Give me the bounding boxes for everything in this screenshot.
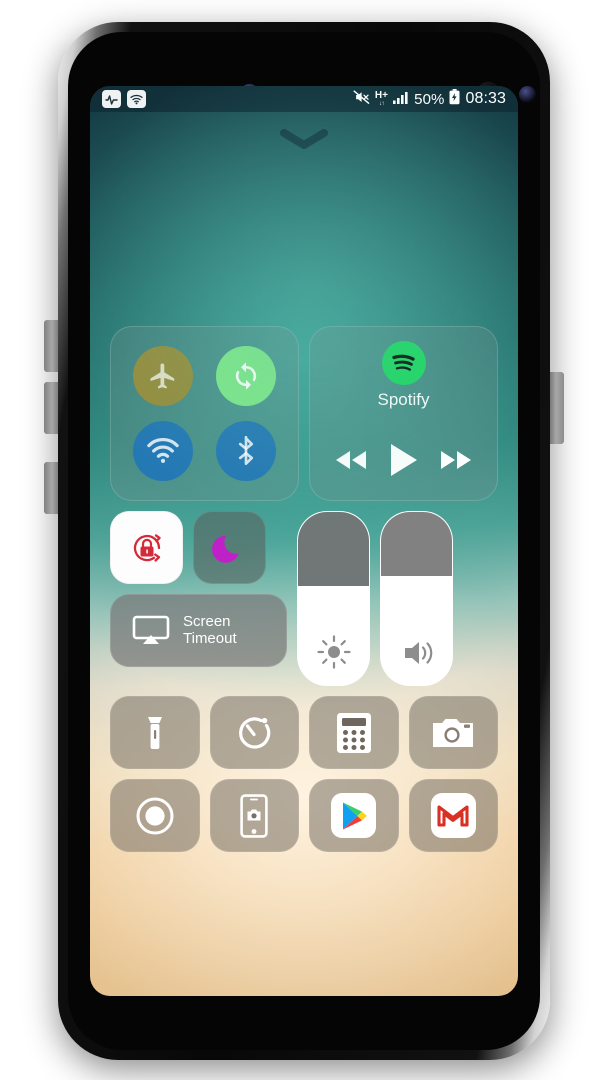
previous-track-button[interactable] <box>334 448 368 472</box>
spotify-icon[interactable] <box>381 341 426 385</box>
auto-sync-toggle[interactable] <box>215 345 276 406</box>
shortcuts-row-1 <box>110 696 498 769</box>
screen-timeout-button[interactable]: Screen Timeout <box>110 594 287 667</box>
connectivity-panel <box>110 326 299 501</box>
next-track-button[interactable] <box>439 448 473 472</box>
screenshot-button[interactable] <box>209 779 299 852</box>
google-play-icon <box>342 802 367 829</box>
screenshot-icon <box>240 793 268 838</box>
play-button[interactable] <box>387 442 419 478</box>
shortcuts-row-2 <box>110 779 498 852</box>
screen-timeout-label: Screen Timeout <box>183 612 237 647</box>
rotation-lock-icon <box>133 533 161 562</box>
rotation-lock-toggle[interactable] <box>110 511 183 584</box>
timer-icon <box>239 716 271 749</box>
calculator-icon <box>336 712 371 753</box>
signal-bars-icon <box>393 91 409 108</box>
status-bar-clock: 08:33 <box>465 90 506 107</box>
chevron-down-icon[interactable] <box>276 128 332 150</box>
front-camera-icon <box>519 86 536 103</box>
wifi-toggle[interactable] <box>133 421 194 482</box>
status-bar-left <box>102 90 146 108</box>
play-icon <box>391 444 418 476</box>
timer-button[interactable] <box>209 696 299 769</box>
fast-forward-icon <box>441 451 472 469</box>
power-button[interactable] <box>548 372 564 444</box>
brightness-slider-track <box>298 512 369 587</box>
control-center-row-2: Screen Timeout <box>110 511 498 686</box>
music-panel: Spotify <box>309 326 498 501</box>
status-bar-right: H+ ↓↑ 50% 08:33 <box>353 89 506 109</box>
wifi-badge-icon <box>127 90 146 108</box>
bluetooth-toggle[interactable] <box>215 421 276 482</box>
brightness-slider[interactable] <box>297 511 370 686</box>
sync-icon <box>235 362 256 390</box>
airplane-icon <box>150 363 175 389</box>
record-icon <box>136 797 174 834</box>
activity-badge-icon <box>102 90 121 108</box>
flashlight-button[interactable] <box>110 696 200 769</box>
volume-slider[interactable] <box>380 511 453 686</box>
gmail-icon <box>437 804 469 827</box>
camera-button[interactable] <box>408 696 498 769</box>
battery-icon <box>449 89 460 109</box>
screenshot-root: H+ ↓↑ 50% 08:33 Spotify Screen Timeout <box>0 0 608 1080</box>
battery-percent: 50% <box>414 90 445 108</box>
bluetooth-icon <box>238 436 253 466</box>
google-play-button[interactable] <box>309 779 399 852</box>
moon-icon <box>211 535 238 563</box>
phone-screen: H+ ↓↑ 50% 08:33 Spotify Screen Timeout <box>90 86 518 996</box>
mute-icon <box>353 89 370 109</box>
camera-icon <box>433 718 474 747</box>
control-center: Spotify Screen Timeout <box>110 326 498 852</box>
music-transport-controls <box>310 442 497 478</box>
night-mode-toggle[interactable] <box>193 511 266 584</box>
screen-mirroring-icon <box>132 615 170 644</box>
gmail-button[interactable] <box>408 779 498 852</box>
toggles-column: Screen Timeout <box>110 511 287 686</box>
status-bar: H+ ↓↑ 50% 08:33 <box>90 86 518 112</box>
network-type-indicator: H+ ↓↑ <box>374 90 389 108</box>
music-app-name: Spotify <box>377 390 430 409</box>
brightness-icon <box>298 635 369 669</box>
wifi-icon <box>147 438 180 464</box>
screen-record-button[interactable] <box>110 779 200 852</box>
volume-slider-track <box>381 512 452 576</box>
control-center-row-1: Spotify <box>110 326 498 501</box>
volume-icon <box>381 637 452 669</box>
toggles-top-row <box>110 511 287 584</box>
flashlight-icon <box>147 716 162 749</box>
calculator-button[interactable] <box>309 696 399 769</box>
rewind-icon <box>335 451 366 469</box>
airplane-mode-toggle[interactable] <box>133 345 194 406</box>
